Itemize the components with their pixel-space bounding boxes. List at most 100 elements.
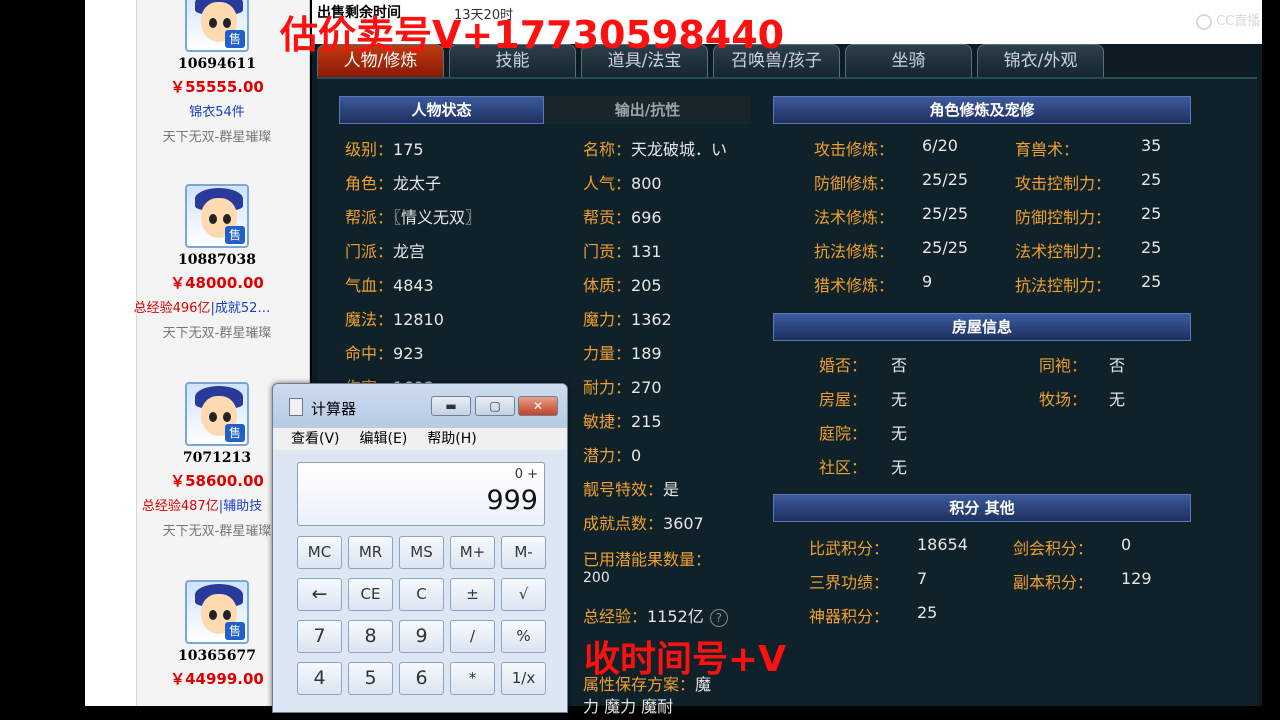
cultivation-left-key: 法术修炼：	[814, 208, 895, 227]
key-divide-button[interactable]: /	[450, 620, 495, 653]
house-left-value: 无	[891, 458, 908, 477]
potion-count-value: 200	[583, 570, 610, 586]
status-right-value: 270	[631, 378, 662, 397]
save-scheme-cont: 力 魔力 魔耐	[583, 697, 674, 716]
calculator-memory-indicator: 0 +	[514, 467, 538, 482]
cultivation-right-value: 25	[1141, 272, 1162, 291]
status-right-value: 131	[631, 242, 662, 261]
listing-note-part[interactable]: |成就52…	[210, 301, 270, 316]
tab-mounts[interactable]: 坐骑	[845, 44, 972, 77]
status-right-row: 门贡：131	[583, 238, 662, 262]
status-right-key: 力量：	[583, 344, 632, 363]
key-seven-button[interactable]: 7	[297, 620, 342, 653]
listing-note: 锦衣54件	[137, 101, 297, 120]
help-icon[interactable]: ?	[709, 609, 728, 627]
cultivation-header: 角色修炼及宠修	[773, 96, 1191, 124]
house-left-row: 庭院： 无	[819, 420, 907, 444]
sell-badge: 售	[225, 226, 245, 244]
status-left-value: 4843	[393, 276, 434, 295]
key-plus-minus-button[interactable]: ±	[450, 578, 495, 611]
listing-note-part: 总经验487亿	[141, 499, 219, 514]
house-right-key: 牧场：	[1039, 390, 1088, 409]
status-left-key: 门派：	[345, 242, 394, 261]
cultivation-right-row: 防御控制力： 25	[1015, 204, 1161, 228]
key-ms-button[interactable]: MS	[399, 536, 444, 569]
score-left-value: 18654	[917, 535, 968, 554]
status-right-value: 1362	[631, 310, 672, 329]
score-left-key: 三界功绩：	[809, 573, 890, 592]
character-avatar[interactable]: 售	[185, 184, 249, 248]
character-avatar[interactable]: 售	[185, 580, 249, 644]
character-avatar[interactable]: 售	[185, 382, 249, 446]
cultivation-right-row: 育兽术： 35	[1015, 136, 1161, 160]
key-clear-button[interactable]: C	[399, 578, 444, 611]
status-left-row: 门派：龙宫	[345, 238, 425, 262]
key-reciprocal-button[interactable]: 1/x	[501, 662, 546, 695]
status-right-row: 帮贡：696	[583, 204, 662, 228]
key-four-button[interactable]: 4	[297, 662, 342, 695]
key-mr-button[interactable]: MR	[348, 536, 393, 569]
key-m-plus-button[interactable]: M+	[450, 536, 495, 569]
key-m-minus-button[interactable]: M-	[501, 536, 546, 569]
tab-outfits[interactable]: 锦衣/外观	[977, 44, 1104, 77]
score-left-row: 神器积分： 25	[809, 603, 937, 627]
key-backspace-button[interactable]: ←	[297, 578, 342, 611]
close-button[interactable]: ✕	[518, 396, 558, 416]
maximize-button[interactable]: ▢	[475, 396, 515, 416]
key-percent-button[interactable]: %	[501, 620, 546, 653]
status-right-key: 潜力：	[583, 446, 632, 465]
status-right-value: 800	[631, 174, 662, 193]
status-right-value: 0	[631, 446, 642, 465]
key-sqrt-button[interactable]: √	[501, 578, 546, 611]
cultivation-left-value: 25/25	[922, 204, 969, 223]
key-eight-button[interactable]: 8	[348, 620, 393, 653]
minimize-button[interactable]: ▬	[431, 396, 471, 416]
calculator-titlebar[interactable]: 计算器 ▬ ▢ ✕	[273, 384, 567, 428]
listing-item[interactable]: 售 10694611 ￥55555.00 锦衣54件 天下无双-群星璀璨	[137, 0, 297, 145]
key-nine-button[interactable]: 9	[399, 620, 444, 653]
score-right-row: 剑会积分： 0	[1013, 535, 1131, 559]
key-six-button[interactable]: 6	[399, 662, 444, 695]
key-five-button[interactable]: 5	[348, 662, 393, 695]
listing-item[interactable]: 售 10887038 ￥48000.00 总经验496亿|成就52… 天下无双-…	[134, 184, 297, 341]
listing-server: 天下无双-群星璀璨	[162, 130, 272, 145]
sell-badge: 售	[225, 622, 245, 640]
status-right-row: 名称：天龙破城．い	[583, 136, 727, 160]
calculator-value: 999	[486, 485, 538, 516]
listing-note-part[interactable]: 锦衣54件	[189, 105, 245, 120]
character-avatar[interactable]: 售	[185, 0, 249, 52]
key-multiply-button[interactable]: *	[450, 662, 495, 695]
house-left-key: 庭院：	[819, 424, 868, 443]
output-resist-header[interactable]: 输出/抗性	[544, 96, 751, 124]
cultivation-right-key: 攻击控制力：	[1015, 174, 1112, 193]
cultivation-right-row: 攻击控制力： 25	[1015, 170, 1161, 194]
score-left-row: 比武积分： 18654	[809, 535, 968, 559]
score-left-value: 7	[917, 569, 928, 588]
listing-note-part[interactable]: |辅助技	[219, 499, 262, 514]
score-right-row: 副本积分： 129	[1013, 569, 1152, 593]
score-right-value: 129	[1121, 569, 1152, 588]
status-header: 人物状态	[339, 96, 544, 124]
house-right-key: 同袍：	[1039, 356, 1088, 375]
status-right-row: 靓号特效：是	[583, 476, 679, 500]
house-left-row: 社区： 无	[819, 454, 907, 478]
menu-edit[interactable]: 编辑(E)	[360, 428, 408, 450]
listing-price: ￥48000.00	[170, 274, 264, 292]
key-ce-button[interactable]: CE	[348, 578, 393, 611]
status-left-key: 帮派：	[345, 208, 394, 227]
status-left-key: 级别：	[345, 140, 394, 159]
key-mc-button[interactable]: MC	[297, 536, 342, 569]
status-right-row: 耐力：270	[583, 374, 662, 398]
menu-help[interactable]: 帮助(H)	[427, 428, 476, 450]
status-left-value: 175	[393, 140, 424, 159]
house-left-value: 否	[891, 356, 908, 375]
house-right-value: 否	[1109, 356, 1126, 375]
menu-view[interactable]: 查看(V)	[291, 428, 340, 450]
listing-pane-gutter	[85, 0, 137, 706]
listing-server: 天下无双-群星璀璨	[162, 326, 272, 341]
screen: 售 10694611 ￥55555.00 锦衣54件 天下无双-群星璀璨 售 1…	[0, 0, 1280, 720]
stream-brand-logo: CC直播	[1196, 10, 1260, 30]
status-right-key: 魔力：	[583, 310, 632, 329]
calculator-window[interactable]: 计算器 ▬ ▢ ✕ 查看(V) 编辑(E) 帮助(H) 0 + 999 MC MR…	[272, 383, 568, 713]
status-right-row: 力量：189	[583, 340, 662, 364]
